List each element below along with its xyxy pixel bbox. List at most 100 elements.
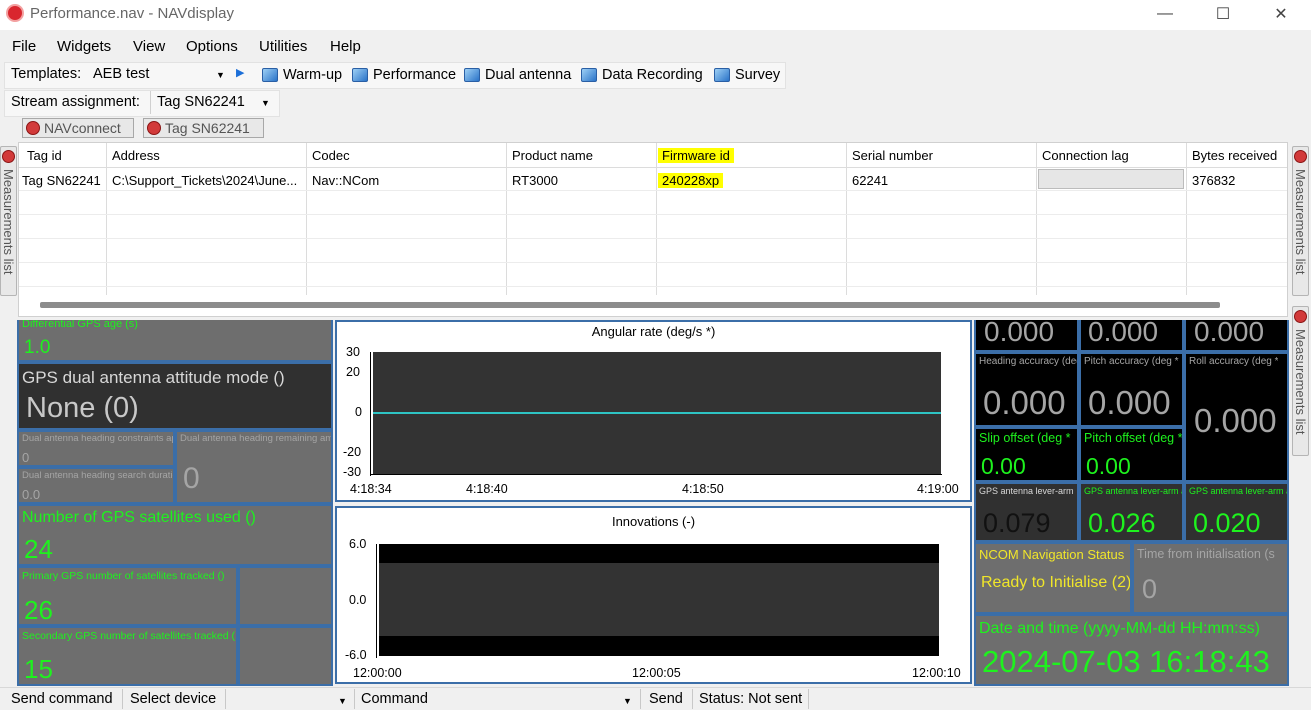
column-header-serial-number[interactable]: Serial number (852, 148, 933, 163)
horizontal-scrollbar[interactable] (40, 302, 1220, 308)
tool-warmup-button[interactable]: Warm-up (262, 64, 342, 86)
device-dropdown[interactable]: ▼ (228, 689, 352, 709)
table-cell-product-name[interactable]: RT3000 (512, 173, 558, 188)
innovations-chart: Innovations (-) 6.0 0.0 -6.0 12:00:00 12… (335, 506, 972, 684)
row-divider (19, 286, 1287, 287)
separator (640, 689, 641, 709)
templates-label: Templates: (11, 66, 82, 82)
table-cell-codec[interactable]: Nav::NCom (312, 173, 379, 188)
widget-roll-accuracy: Roll accuracy (deg * 0.000 (1184, 352, 1289, 482)
close-button[interactable]: ✕ (1252, 0, 1310, 28)
y-axis (376, 544, 377, 658)
row-divider (19, 190, 1287, 191)
send-command-label: Send command (11, 691, 113, 707)
header-divider (19, 167, 1287, 168)
widget-time-from-init: Time from initialisation (s 0 (1132, 542, 1289, 614)
tool-data-recording-button[interactable]: Data Recording (581, 64, 703, 86)
x-tick-label: 4:19:00 (917, 482, 959, 496)
widget-value: 0 (22, 450, 30, 465)
widget-heading-constraints: Dual antenna heading constraints app 0 (17, 430, 175, 467)
menu-view[interactable]: View (133, 38, 165, 55)
maximize-button[interactable]: ☐ (1194, 0, 1252, 28)
column-divider (106, 143, 107, 295)
widget-sats-used: Number of GPS satellites used () 24 (17, 504, 333, 566)
separator (122, 689, 123, 709)
widget-value: 0.0 (22, 487, 41, 502)
column-header-tag-id[interactable]: Tag id (27, 148, 62, 163)
widget-value: 0 (183, 462, 200, 495)
warmup-icon (262, 68, 278, 82)
send-button[interactable]: Send (649, 691, 683, 707)
widget-value: 0.000 (1194, 402, 1277, 439)
widget-label: Primary GPS number of satellites tracked… (22, 570, 225, 582)
table-cell-tag-id[interactable]: Tag SN62241 (22, 173, 101, 188)
tool-survey-button[interactable]: Survey (714, 64, 780, 86)
widget-top-value: 0.000 (1079, 320, 1184, 352)
widget-label: GPS antenna lever-arm (979, 486, 1074, 496)
widget-date-time: Date and time (yyyy-MM-dd HH:mm:ss) 2024… (974, 614, 1289, 686)
widget-label: Roll accuracy (deg * (1189, 356, 1279, 367)
widget-value: 0.00 (981, 453, 1026, 479)
measurements-list-tab-right-2[interactable]: Measurements list (1292, 306, 1309, 456)
tool-label: Survey (735, 67, 781, 83)
widget-dual-antenna-mode: GPS dual antenna attitude mode () None (… (17, 362, 333, 430)
measurements-list-tab-right-1[interactable]: Measurements list (1292, 146, 1309, 296)
tool-label: Data Recording (602, 67, 703, 83)
column-header-connection-lag[interactable]: Connection lag (1042, 148, 1129, 163)
stream-dropdown[interactable]: Tag SN62241 ▼ (150, 91, 276, 114)
stream-value: Tag SN62241 (157, 94, 245, 110)
column-header-codec[interactable]: Codec (312, 148, 350, 163)
widget-ncom-status: NCOM Navigation Status Ready to Initiali… (974, 542, 1132, 614)
widget-label: Dual antenna heading constraints app (22, 433, 175, 444)
menu-widgets[interactable]: Widgets (57, 38, 111, 55)
column-header-product-name[interactable]: Product name (512, 148, 593, 163)
survey-icon (714, 68, 730, 82)
tab-tag-sn62241[interactable]: Tag SN62241 (143, 118, 264, 138)
y-tick-label: 0 (355, 405, 362, 419)
menu-utilities[interactable]: Utilities (259, 38, 307, 55)
widget-value: 0.000 (983, 384, 1066, 421)
widget-value: 1.0 (24, 337, 51, 358)
widget-label: Differential GPS age (s) (22, 320, 138, 330)
chevron-down-icon: ▼ (261, 98, 270, 108)
tool-performance-button[interactable]: Performance (352, 64, 456, 86)
measurements-list-tab-left[interactable]: Measurements list (0, 146, 17, 296)
table-cell-serial-number[interactable]: 62241 (852, 173, 888, 188)
tab-navconnect[interactable]: NAVconnect (22, 118, 134, 138)
dual-antenna-icon (464, 68, 480, 82)
widget-value: 0.020 (1193, 508, 1261, 538)
select-device-label: Select device (130, 691, 217, 707)
menu-help[interactable]: Help (330, 38, 361, 55)
menu-options[interactable]: Options (186, 38, 238, 55)
column-divider (846, 143, 847, 295)
template-dropdown[interactable]: AEB test ▼ (88, 63, 230, 86)
widget-search-duration: Dual antenna heading search duration 0.0 (17, 467, 175, 504)
widget-label: Heading accuracy (deg * (979, 356, 1079, 367)
widget-label: Dual antenna heading remaining ambi (180, 433, 333, 444)
measurements-icon (1294, 150, 1307, 163)
x-tick-label: 12:00:10 (912, 666, 961, 680)
column-header-address[interactable]: Address (112, 148, 160, 163)
x-axis (370, 474, 942, 475)
table-cell-bytes-received[interactable]: 376832 (1192, 173, 1235, 188)
widget-lever-arm-3: GPS antenna lever-arm a 0.020 (1184, 482, 1289, 542)
stream-label: Stream assignment: (11, 94, 140, 110)
tool-label: Dual antenna (485, 67, 572, 83)
tool-dual-antenna-button[interactable]: Dual antenna (464, 64, 571, 86)
chevron-down-icon: ▼ (338, 696, 347, 706)
table-cell-firmware-id[interactable]: 240228xp (658, 173, 724, 188)
widget-value: 26 (24, 595, 53, 625)
table-cell-address[interactable]: C:\Support_Tickets\2024\June... (112, 173, 297, 188)
side-tab-label: Measurements list (1, 169, 16, 275)
menu-file[interactable]: File (12, 38, 36, 55)
column-header-firmware-id[interactable]: Firmware id (658, 148, 734, 163)
widget-label: GPS antenna lever-arm a (1084, 486, 1184, 496)
widget-label: Time from initialisation (s (1137, 547, 1275, 561)
widget-label: Secondary GPS number of satellites track… (22, 630, 236, 642)
column-header-bytes-received[interactable]: Bytes received (1192, 148, 1277, 163)
minimize-button[interactable]: — (1136, 0, 1194, 28)
apply-template-icon[interactable]: ▶ (236, 66, 244, 79)
chevron-down-icon: ▼ (216, 70, 225, 80)
widget-value: 0.000 (1088, 384, 1171, 421)
command-dropdown[interactable]: ▼ (436, 689, 636, 709)
